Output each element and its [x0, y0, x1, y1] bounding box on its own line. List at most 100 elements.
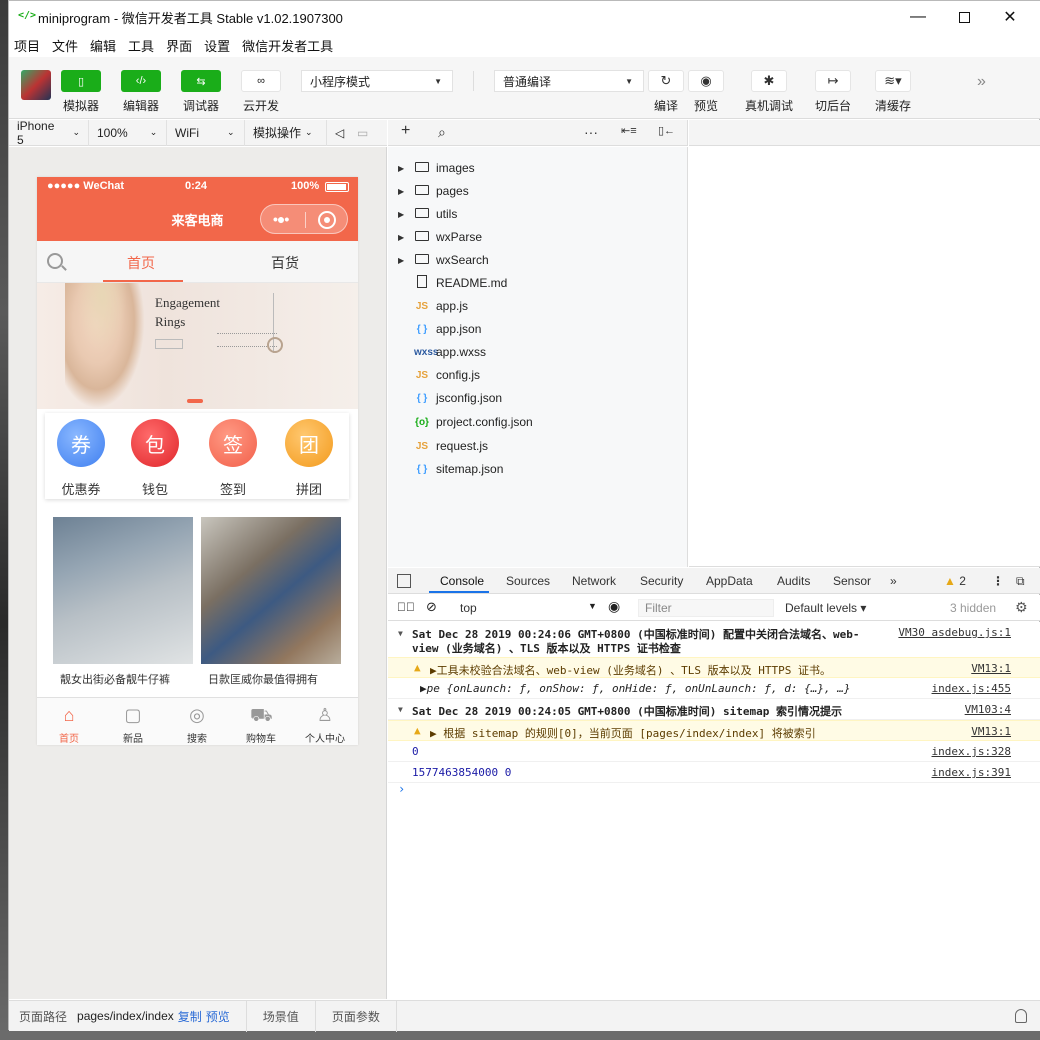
file-row[interactable]: {o} project.config.json	[388, 411, 688, 433]
gear-icon[interactable]: ⚙	[1015, 599, 1028, 616]
caret-down-icon[interactable]: ▼	[588, 601, 597, 611]
inspect-element-icon[interactable]	[397, 574, 411, 588]
menu-project[interactable]: 项目	[14, 36, 40, 55]
tabbar-new[interactable]: ▢ 新品	[101, 698, 165, 745]
search-icon[interactable]: ⌕	[438, 124, 446, 141]
kebab-menu-icon[interactable]: ⋮	[992, 574, 1004, 588]
log-source-link[interactable]: index.js:328	[932, 745, 1011, 758]
tab-sources[interactable]: Sources	[506, 574, 550, 588]
checkin-icon[interactable]: 签	[209, 419, 257, 467]
file-row[interactable]: { } app.json	[388, 318, 688, 340]
menu-edit[interactable]: 编辑	[90, 36, 116, 55]
add-file-icon[interactable]: +	[401, 122, 410, 140]
group-buy-label[interactable]: 拼团	[279, 479, 339, 498]
file-row[interactable]: { } sitemap.json	[388, 458, 688, 480]
file-row[interactable]: JS config.js	[388, 364, 688, 386]
zoom-select[interactable]: 100% ⌄	[89, 119, 167, 146]
menu-interface[interactable]: 界面	[166, 36, 192, 55]
log-source-link[interactable]: VM13:1	[971, 662, 1011, 675]
network-select[interactable]: WiFi ⌄	[167, 119, 245, 146]
clear-cache-button[interactable]: ≋▾	[875, 70, 911, 92]
log-source-link[interactable]: VM30 asdebug.js:1	[898, 626, 1011, 639]
more-chevron-icon[interactable]: »	[977, 73, 986, 91]
compile-button[interactable]: ↻	[648, 70, 684, 92]
editor-toggle-button[interactable]: ‹/›	[121, 70, 161, 92]
menu-devtools[interactable]: 微信开发者工具	[242, 36, 333, 55]
folder-row[interactable]: ▶ wxSearch	[388, 249, 688, 271]
tab-appdata[interactable]: AppData	[706, 574, 753, 588]
operation-select[interactable]: 模拟操作 ⌄	[245, 119, 327, 146]
collapse-icon[interactable]: ⇤≡	[621, 124, 637, 137]
backend-button[interactable]: ↦	[815, 70, 851, 92]
close-target-icon[interactable]	[318, 211, 336, 229]
log-levels-select[interactable]: Default levels ▾	[785, 601, 866, 615]
tab-sensor[interactable]: Sensor	[833, 574, 871, 588]
preview-path-link[interactable]: 预览	[206, 1008, 230, 1025]
filter-input[interactable]: Filter	[638, 599, 774, 617]
tabbar-home[interactable]: ⌂ 首页	[37, 698, 101, 745]
split-icon[interactable]: ▯←	[658, 124, 675, 137]
tab-home[interactable]: 首页	[127, 253, 155, 273]
log-entry[interactable]: ▼ Sat Dec 28 2019 00:24:05 GMT+0800 (中国标…	[388, 699, 1040, 720]
editor-area[interactable]	[689, 120, 1040, 567]
tab-audits[interactable]: Audits	[777, 574, 810, 588]
tab-network[interactable]: Network	[572, 574, 616, 588]
folder-row[interactable]: ▶ utils	[388, 203, 688, 225]
wallet-icon[interactable]: 包	[131, 419, 179, 467]
coupon-label[interactable]: 优惠券	[51, 479, 111, 498]
folder-row[interactable]: ▶ pages	[388, 180, 688, 202]
product-card[interactable]: 日款匡威你最值得拥有	[201, 517, 341, 697]
volume-button[interactable]: ◁	[327, 120, 349, 146]
eye-icon[interactable]: ◉	[608, 598, 620, 615]
log-entry[interactable]: ▼ Sat Dec 28 2019 00:24:06 GMT+0800 (中国标…	[388, 622, 1040, 658]
log-source-link[interactable]: VM103:4	[965, 703, 1011, 716]
maximize-button[interactable]	[941, 1, 987, 33]
notification-bell-icon[interactable]	[1015, 1009, 1027, 1023]
log-entry-warning[interactable]: ▲ ▶工具未校验合法域名、web-view (业务域名) 、TLS 版本以及 H…	[388, 657, 1040, 678]
tabbar-search[interactable]: ◎ 搜索	[165, 698, 229, 745]
file-row[interactable]: JS request.js	[388, 435, 688, 457]
console-prompt[interactable]: ›	[398, 782, 405, 796]
file-row[interactable]: JS app.js	[388, 295, 688, 317]
search-icon[interactable]	[47, 253, 63, 269]
folder-row[interactable]: ▶ wxParse	[388, 226, 688, 248]
tab-department[interactable]: 百货	[271, 253, 299, 273]
minimize-button[interactable]: —	[895, 1, 941, 33]
preview-button[interactable]: ◉	[688, 70, 724, 92]
undock-icon[interactable]: ⧉	[1016, 574, 1025, 589]
more-tabs-icon[interactable]: »	[890, 574, 897, 588]
debugger-toggle-button[interactable]: ⇆	[181, 70, 221, 92]
log-entry[interactable]: ▶pe {onLaunch: ƒ, onShow: ƒ, onHide: ƒ, …	[388, 678, 1040, 699]
log-entry[interactable]: 1577463854000 0 index.js:391	[388, 762, 1040, 783]
page-params-button[interactable]: 页面参数	[322, 1008, 390, 1025]
tabbar-cart[interactable]: ⛟ 购物车	[229, 698, 293, 745]
menu-tools[interactable]: 工具	[128, 36, 154, 55]
menu-settings[interactable]: 设置	[204, 36, 230, 55]
compile-mode-select[interactable]: 普通编译 ▼	[494, 70, 644, 92]
product-card[interactable]: 靓女出街必备靓牛仔裤	[53, 517, 193, 697]
checkin-label[interactable]: 签到	[203, 479, 263, 498]
file-row[interactable]: { } jsconfig.json	[388, 387, 688, 409]
copy-path-link[interactable]: 复制	[174, 1008, 206, 1025]
simulator-toggle-button[interactable]: ▯	[61, 70, 101, 92]
coupon-icon[interactable]: 券	[57, 419, 105, 467]
context-select[interactable]: top	[460, 601, 477, 615]
close-button[interactable]: ✕	[987, 1, 1033, 33]
tab-console[interactable]: Console	[440, 574, 484, 588]
sidebar-toggle-icon[interactable]: ▶⃞	[397, 600, 415, 614]
device-select[interactable]: iPhone 5 ⌄	[9, 119, 89, 147]
detach-button[interactable]: ▭	[349, 120, 371, 146]
log-source-link[interactable]: VM13:1	[971, 725, 1011, 738]
mode-select[interactable]: 小程序模式 ▼	[301, 70, 453, 92]
scene-value-button[interactable]: 场景值	[253, 1008, 309, 1025]
wallet-label[interactable]: 钱包	[125, 479, 185, 498]
log-entry-warning[interactable]: ▲ ▶ 根据 sitemap 的规则[0]，当前页面 [pages/index/…	[388, 720, 1040, 741]
menu-file[interactable]: 文件	[52, 36, 78, 55]
file-row[interactable]: wxss app.wxss	[388, 341, 688, 363]
cloud-button[interactable]: ∞	[241, 70, 281, 92]
remote-debug-button[interactable]: ✱	[751, 70, 787, 92]
more-dots-icon[interactable]: ···	[584, 124, 598, 140]
user-avatar[interactable]	[21, 70, 51, 100]
promo-banner[interactable]: Engagement Rings	[37, 283, 358, 409]
file-row[interactable]: README.md	[388, 272, 688, 294]
